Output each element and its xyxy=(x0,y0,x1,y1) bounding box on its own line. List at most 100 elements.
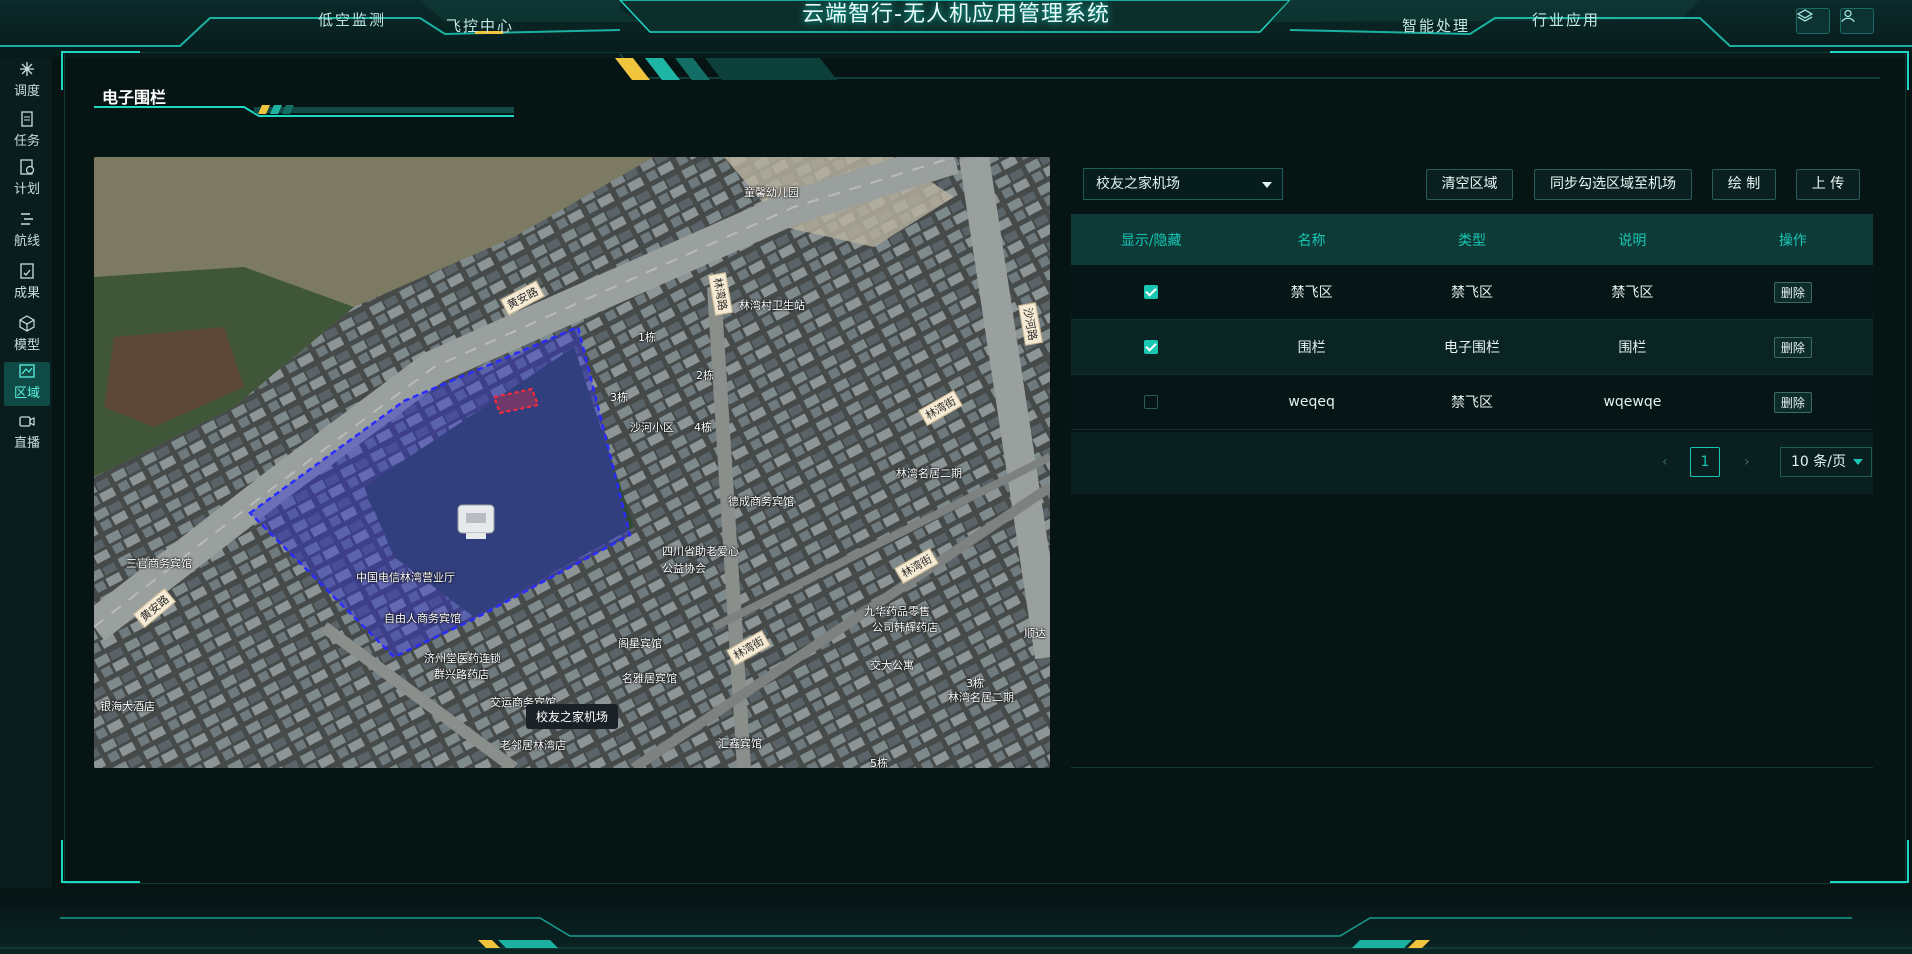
row-description: 禁飞区 xyxy=(1611,285,1654,301)
header-name: 名称 xyxy=(1297,232,1326,249)
sidebar-item-label: 区域 xyxy=(13,386,40,401)
map-label-building-3: 3栋 xyxy=(610,391,628,404)
dispatch-icon xyxy=(20,62,34,76)
layers-button[interactable] xyxy=(1796,8,1830,34)
page-size-value: 10 条/页 xyxy=(1791,454,1846,470)
sidebar-item-label: 任务 xyxy=(13,134,40,149)
clear-area-button[interactable]: 清空区域 xyxy=(1426,169,1513,200)
row-name: 禁飞区 xyxy=(1290,285,1333,301)
nav-flight-control[interactable]: 飞控中心 xyxy=(446,15,514,36)
map-label-pharmacy-2: 群兴路药店 xyxy=(434,668,489,681)
map-label-kindergarten: 童馨幼儿园 xyxy=(744,186,799,199)
table-row: 围栏 电子围栏 围栏 删除 xyxy=(1071,320,1873,375)
map-label-yinhai-hotel: 银海大酒店 xyxy=(100,700,155,713)
map-label-sanguan-hotel: 三官商务宾馆 xyxy=(126,557,192,570)
sidebar-item-label: 调度 xyxy=(13,84,40,99)
page-size-select[interactable]: 10 条/页 xyxy=(1780,447,1872,477)
map-label-building-5: 5栋 xyxy=(870,757,888,768)
map-label-gexing-hotel: 阁星宾馆 xyxy=(618,637,662,650)
header-description: 说明 xyxy=(1618,232,1647,249)
map-label-telecom: 中国电信林湾营业厅 xyxy=(356,571,455,584)
header-action: 操作 xyxy=(1778,232,1807,249)
sidebar-item-plan[interactable]: 计划 xyxy=(4,158,50,200)
visibility-checkbox[interactable] xyxy=(1144,285,1159,299)
bottom-decoration xyxy=(0,888,1912,954)
airport-tooltip: 校友之家机场 xyxy=(526,704,619,729)
sidebar-item-label: 航线 xyxy=(13,234,40,249)
airport-select-value: 校友之家机场 xyxy=(1096,176,1180,192)
sidebar-item-label: 直播 xyxy=(13,436,40,451)
header-visibility: 显示/隐藏 xyxy=(1120,232,1182,249)
map-label-shunda: 顺达 xyxy=(1024,627,1046,640)
area-icon xyxy=(19,364,35,378)
sidebar-item-label: 模型 xyxy=(13,338,40,353)
row-description: wqewqe xyxy=(1603,394,1662,410)
delete-button[interactable]: 删除 xyxy=(1773,281,1812,303)
map-label-jiaoda-apartment: 交大公寓 xyxy=(870,659,914,672)
map-label-building-2: 2栋 xyxy=(696,369,714,382)
pager-prev-button[interactable]: ‹ xyxy=(1662,454,1668,470)
pager-next-button[interactable]: › xyxy=(1744,454,1750,470)
table-row: 禁飞区 禁飞区 禁飞区 删除 xyxy=(1071,265,1873,320)
nav-low-altitude-monitor[interactable]: 低空监测 xyxy=(318,9,386,30)
airport-select[interactable]: 校友之家机场 xyxy=(1083,168,1283,200)
sidebar: 调度 任务 计划 航线 成果 模型 区域 直播 xyxy=(0,58,52,954)
row-name: weqeq xyxy=(1288,394,1335,410)
delete-button[interactable]: 删除 xyxy=(1773,391,1812,413)
table-row: weqeq 禁飞区 wqewqe 删除 xyxy=(1071,375,1873,430)
table-header: 显示/隐藏 名称 类型 说明 操作 xyxy=(1071,214,1873,265)
map-label-charity-2: 公益协会 xyxy=(662,562,706,575)
route-icon xyxy=(21,213,33,225)
sidebar-item-dispatch[interactable]: 调度 xyxy=(4,60,50,102)
map-label-linwan-2: 林湾名居二期 xyxy=(896,467,962,480)
user-icon xyxy=(1841,9,1855,23)
map-label-pharmacy-3: 九华药品零售 xyxy=(864,605,930,618)
layers-icon xyxy=(1797,9,1813,22)
visibility-checkbox[interactable] xyxy=(1144,395,1159,409)
map-label-neighbor-store: 老邻居林湾店 xyxy=(500,739,566,752)
header-type: 类型 xyxy=(1458,232,1487,249)
map-label-building-1: 1栋 xyxy=(638,331,656,344)
satellite-map[interactable]: 童馨幼儿园 林湾村卫生站 1栋 2栋 3栋 4栋 沙河小区 德成商务宾馆 四川省… xyxy=(94,157,1050,768)
sidebar-item-label: 成果 xyxy=(13,286,40,301)
pager-page-1[interactable]: 1 xyxy=(1690,447,1720,477)
map-label-mingya-hotel: 名雅居宾馆 xyxy=(622,672,677,685)
visibility-checkbox[interactable] xyxy=(1144,340,1159,354)
nav-smart-processing[interactable]: 智能处理 xyxy=(1402,15,1470,36)
sidebar-item-live[interactable]: 直播 xyxy=(4,412,50,454)
sidebar-item-route[interactable]: 航线 xyxy=(4,210,50,252)
row-type: 禁飞区 xyxy=(1451,395,1494,411)
section-title-decoration xyxy=(94,105,514,117)
map-label-building-4: 4栋 xyxy=(694,421,712,434)
live-icon xyxy=(19,416,35,427)
chevron-down-icon xyxy=(1262,182,1272,188)
map-label-pharmacy-4: 公司韩辉药店 xyxy=(872,621,938,634)
nav-industry-application[interactable]: 行业应用 xyxy=(1532,9,1600,30)
map-label-shahe-community: 沙河小区 xyxy=(630,421,674,434)
user-button[interactable] xyxy=(1840,8,1874,34)
sidebar-item-model[interactable]: 模型 xyxy=(4,314,50,356)
plan-icon xyxy=(20,159,35,175)
fence-table: 显示/隐藏 名称 类型 说明 操作 禁飞区 禁飞区 禁飞区 删除 围栏 电子围栏… xyxy=(1071,214,1873,430)
map-label-charity-1: 四川省助老爱心 xyxy=(662,545,739,558)
sidebar-item-label: 计划 xyxy=(13,182,40,197)
sidebar-item-task[interactable]: 任务 xyxy=(4,110,50,152)
sidebar-item-result[interactable]: 成果 xyxy=(4,262,50,304)
panel-divider xyxy=(1071,767,1873,768)
delete-button[interactable]: 删除 xyxy=(1773,336,1812,358)
chevron-down-icon xyxy=(1853,459,1863,465)
upload-button[interactable]: 上 传 xyxy=(1796,169,1860,200)
sidebar-item-area[interactable]: 区域 xyxy=(4,362,50,406)
model-icon xyxy=(19,315,35,332)
sync-area-button[interactable]: 同步勾选区域至机场 xyxy=(1534,169,1692,200)
app-title: 云端智行-无人机应用管理系统 xyxy=(802,2,1110,27)
row-name: 围栏 xyxy=(1297,340,1326,356)
pagination: ‹ 1 › 10 条/页 xyxy=(1071,432,1873,494)
map-label-linwan-2b: 林湾名居二期 xyxy=(948,691,1014,704)
map-label-pharmacy-1: 济州堂医药连锁 xyxy=(424,652,501,665)
row-type: 禁飞区 xyxy=(1451,285,1494,301)
draw-button[interactable]: 绘 制 xyxy=(1712,169,1776,200)
map-label-huixin-hotel: 汇鑫宾馆 xyxy=(718,737,762,750)
map-label-clinic: 林湾村卫生站 xyxy=(739,299,805,312)
row-description: 围栏 xyxy=(1618,340,1647,356)
